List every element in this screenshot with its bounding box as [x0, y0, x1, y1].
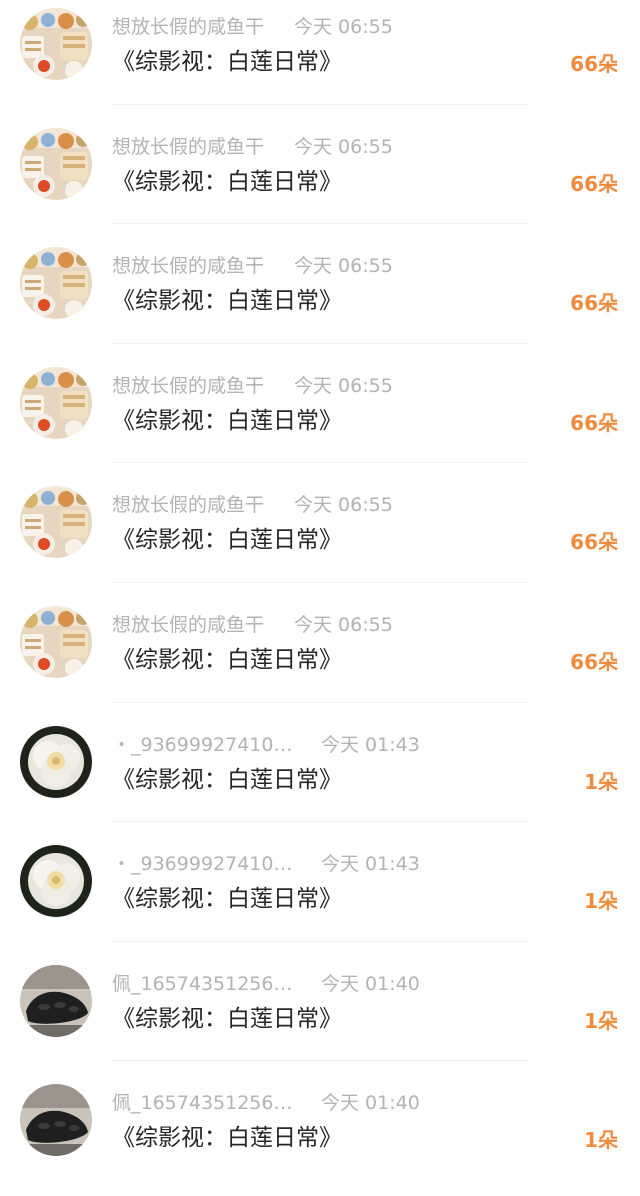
- gift-count: 66朵: [570, 291, 618, 316]
- username[interactable]: 佩_16574351256…: [112, 1089, 292, 1117]
- book-title[interactable]: 《综影视：白莲日常》: [112, 883, 342, 915]
- username[interactable]: 想放长假的咸鱼干: [112, 133, 264, 161]
- user-meta: 想放长假的咸鱼干 今天 06:55: [112, 13, 393, 41]
- black-shoe-avatar-icon[interactable]: [20, 1084, 92, 1157]
- timestamp: 今天 01:43: [321, 733, 420, 756]
- book-title[interactable]: 《综影视：白莲日常》: [112, 764, 342, 796]
- book-title[interactable]: 《综影视：白莲日常》: [112, 46, 342, 78]
- dessert-avatar-icon[interactable]: [20, 606, 92, 678]
- user-meta: 想放长假的咸鱼干 今天 06:55: [112, 611, 393, 639]
- gift-count: 1朵: [584, 1008, 618, 1033]
- timestamp: 今天 01:40: [321, 1092, 420, 1115]
- gift-count: 66朵: [570, 410, 618, 435]
- divider: [112, 342, 528, 344]
- username[interactable]: 想放长假的咸鱼干: [112, 252, 264, 280]
- book-title[interactable]: 《综影视：白莲日常》: [112, 166, 342, 198]
- divider: [112, 581, 528, 583]
- dessert-avatar-icon[interactable]: [20, 247, 92, 320]
- username[interactable]: ・_93699927410…: [112, 731, 292, 759]
- dessert-avatar-icon[interactable]: [20, 366, 92, 439]
- list-item[interactable]: 想放长假的咸鱼干 今天 06:55 《综影视：白莲日常》 66朵: [0, 239, 640, 359]
- book-title[interactable]: 《综影视：白莲日常》: [112, 1122, 342, 1154]
- timestamp: 今天 06:55: [294, 494, 393, 517]
- dessert-avatar-icon[interactable]: [20, 8, 92, 80]
- username[interactable]: ・_93699927410…: [112, 850, 292, 878]
- list-item[interactable]: ・_93699927410… 今天 01:43 《综影视：白莲日常》 1朵: [0, 718, 640, 838]
- timestamp: 今天 06:55: [294, 614, 393, 636]
- user-meta: ・_93699927410… 今天 01:43: [112, 731, 420, 759]
- timestamp: 今天 06:55: [294, 374, 393, 397]
- dessert-avatar-icon[interactable]: [20, 486, 92, 559]
- timestamp: 今天 01:40: [321, 972, 420, 995]
- divider: [112, 701, 528, 703]
- divider: [112, 223, 528, 225]
- user-meta: 佩_16574351256… 今天 01:40: [112, 1089, 420, 1117]
- book-title[interactable]: 《综影视：白莲日常》: [112, 285, 342, 317]
- divider: [112, 1060, 528, 1062]
- timestamp: 今天 06:55: [294, 255, 393, 278]
- divider: [112, 821, 528, 823]
- gift-count: 1朵: [584, 769, 618, 794]
- white-rose-avatar-icon[interactable]: [20, 725, 92, 798]
- book-title[interactable]: 《综影视：白莲日常》: [112, 524, 342, 556]
- divider: [112, 462, 528, 464]
- user-meta: 想放长假的咸鱼干 今天 06:55: [112, 491, 393, 519]
- user-meta: ・_93699927410… 今天 01:43: [112, 850, 420, 878]
- book-title[interactable]: 《综影视：白莲日常》: [112, 405, 342, 437]
- list-item[interactable]: 想放长假的咸鱼干 今天 06:55 《综影视：白莲日常》 66朵: [0, 359, 640, 479]
- black-shoe-avatar-icon[interactable]: [20, 964, 92, 1037]
- divider: [112, 940, 528, 942]
- gift-count: 66朵: [570, 171, 618, 196]
- list-item[interactable]: 佩_16574351256… 今天 01:40 《综影视：白莲日常》 1朵: [0, 1076, 640, 1196]
- gift-count: 66朵: [570, 650, 618, 674]
- user-meta: 想放长假的咸鱼干 今天 06:55: [112, 133, 393, 161]
- white-rose-avatar-icon[interactable]: [20, 845, 92, 918]
- user-meta: 佩_16574351256… 今天 01:40: [112, 970, 420, 998]
- username[interactable]: 想放长假的咸鱼干: [112, 491, 264, 519]
- list-item[interactable]: 想放长假的咸鱼干 今天 06:55 《综影视：白莲日常》 66朵: [0, 0, 640, 120]
- list-item[interactable]: 想放长假的咸鱼干 今天 06:55 《综影视：白莲日常》 66朵: [0, 478, 640, 598]
- book-title[interactable]: 《综影视：白莲日常》: [112, 1003, 342, 1035]
- list-item[interactable]: 佩_16574351256… 今天 01:40 《综影视：白莲日常》 1朵: [0, 957, 640, 1077]
- user-meta: 想放长假的咸鱼干 今天 06:55: [112, 372, 393, 400]
- list-item[interactable]: 想放长假的咸鱼干 今天 06:55 《综影视：白莲日常》 66朵: [0, 598, 640, 718]
- timestamp: 今天 06:55: [294, 16, 393, 38]
- username[interactable]: 想放长假的咸鱼干: [112, 372, 264, 400]
- gift-count: 66朵: [570, 530, 618, 555]
- username[interactable]: 想放长假的咸鱼干: [112, 611, 264, 639]
- list-item[interactable]: 想放长假的咸鱼干 今天 06:55 《综影视：白莲日常》 66朵: [0, 120, 640, 240]
- gift-count: 1朵: [584, 889, 618, 914]
- timestamp: 今天 06:55: [294, 135, 393, 158]
- timestamp: 今天 01:43: [321, 853, 420, 876]
- username[interactable]: 想放长假的咸鱼干: [112, 13, 264, 41]
- book-title[interactable]: 《综影视：白莲日常》: [112, 644, 342, 676]
- gift-count: 66朵: [570, 52, 618, 76]
- user-meta: 想放长假的咸鱼干 今天 06:55: [112, 252, 393, 280]
- list-item[interactable]: ・_93699927410… 今天 01:43 《综影视：白莲日常》 1朵: [0, 837, 640, 957]
- gift-count: 1朵: [584, 1128, 618, 1153]
- divider: [112, 103, 528, 105]
- username[interactable]: 佩_16574351256…: [112, 970, 292, 998]
- dessert-avatar-icon[interactable]: [20, 127, 92, 200]
